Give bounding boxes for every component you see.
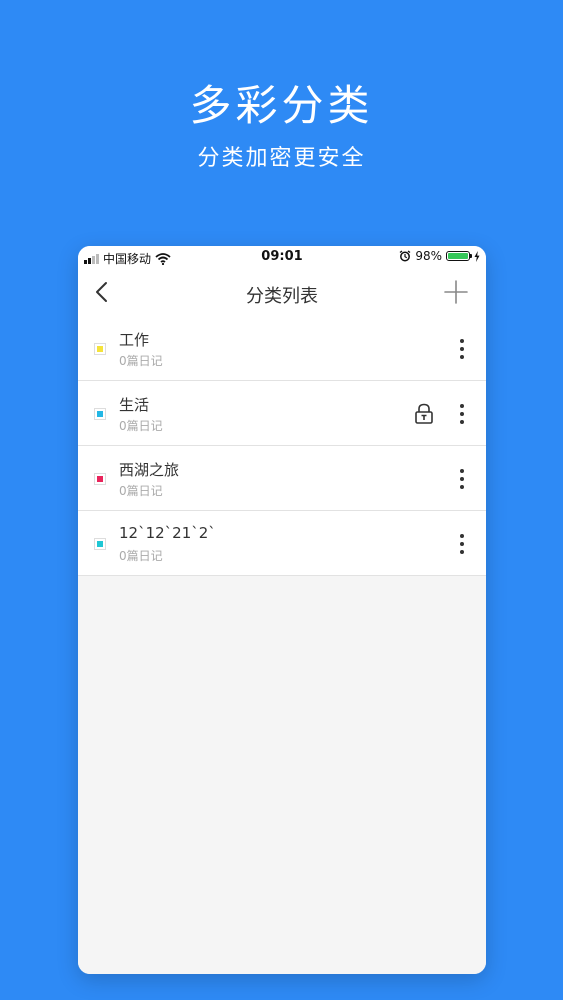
- category-color-swatch: [94, 408, 106, 420]
- more-vertical-icon[interactable]: [454, 401, 470, 427]
- phone-frame: 中国移动 09:01 98% 分类列表 工作 0篇日记 生活 0篇日记 西湖之旅…: [78, 246, 486, 974]
- alarm-icon: [399, 250, 411, 262]
- lock-icon[interactable]: [414, 403, 434, 425]
- category-count: 0篇日记: [119, 419, 163, 433]
- more-vertical-icon[interactable]: [454, 336, 470, 362]
- status-right: 98%: [399, 249, 480, 263]
- empty-area: [78, 578, 486, 974]
- category-count: 0篇日记: [119, 549, 163, 563]
- more-vertical-icon[interactable]: [454, 531, 470, 557]
- more-vertical-icon[interactable]: [454, 466, 470, 492]
- page-title: 分类列表: [246, 286, 318, 307]
- category-color-swatch: [94, 538, 106, 550]
- category-item-life[interactable]: 生活 0篇日记: [78, 381, 486, 446]
- battery-icon: [446, 251, 472, 261]
- category-name: 生活: [119, 396, 150, 414]
- promo-title: 多彩分类: [189, 81, 374, 130]
- category-color-swatch: [94, 473, 106, 485]
- category-item-westlake-trip[interactable]: 西湖之旅 0篇日记: [78, 446, 486, 511]
- category-count: 0篇日记: [119, 354, 163, 368]
- category-name: 工作: [119, 331, 150, 349]
- category-count: 0篇日记: [119, 484, 163, 498]
- promo-subtitle: 分类加密更安全: [197, 146, 366, 171]
- nav-bar: 分类列表: [78, 268, 486, 316]
- status-bar: 中国移动 09:01 98%: [78, 246, 486, 268]
- battery-percent: 98%: [415, 249, 442, 263]
- category-item-custom[interactable]: 12`12`21`2` 0篇日记: [78, 511, 486, 576]
- category-name: 12`12`21`2`: [119, 524, 216, 542]
- category-color-swatch: [94, 343, 106, 355]
- plus-icon[interactable]: [440, 276, 472, 308]
- charging-icon: [474, 250, 480, 262]
- category-name: 西湖之旅: [119, 461, 180, 479]
- category-list: 工作 0篇日记 生活 0篇日记 西湖之旅 0篇日记 12`12`21`2` 0篇…: [78, 316, 486, 576]
- category-item-work[interactable]: 工作 0篇日记: [78, 316, 486, 381]
